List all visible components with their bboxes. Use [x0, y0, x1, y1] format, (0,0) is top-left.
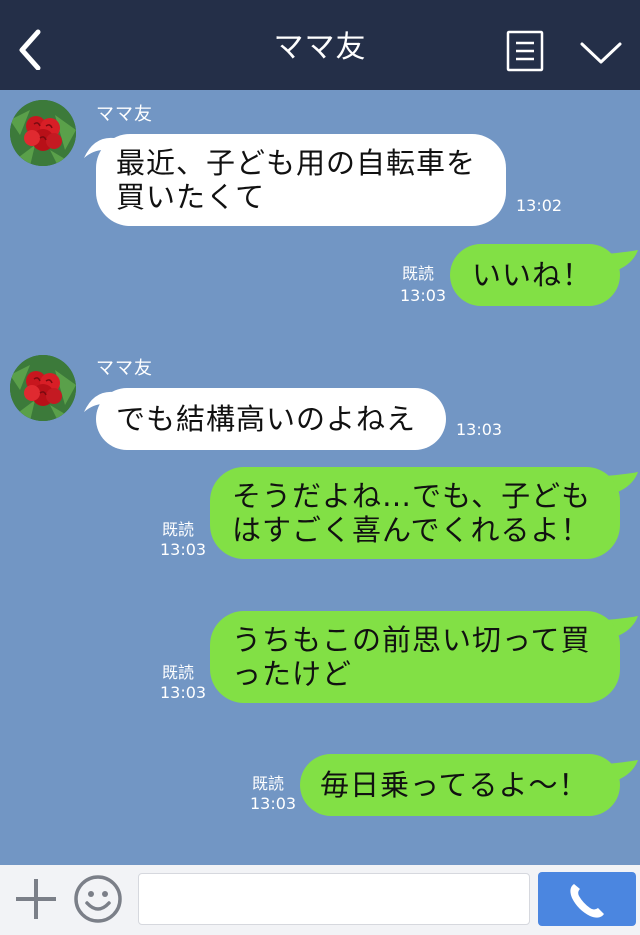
- message-text-line: はすごく喜んでくれるよ！: [232, 513, 591, 547]
- outgoing-message-bubble[interactable]: 毎日乗ってるよ〜！: [300, 754, 620, 816]
- read-receipt: 既読: [162, 520, 195, 539]
- message-time: 13:03: [456, 420, 503, 439]
- message-text-line: でも結構高いのよねえ: [116, 402, 417, 436]
- smiley-icon: [74, 875, 122, 923]
- message-time: 13:03: [160, 683, 207, 702]
- message-time: 13:03: [160, 540, 207, 559]
- message-time: 13:03: [250, 794, 297, 813]
- message-text-line: 毎日乗ってるよ〜！: [320, 768, 589, 802]
- sender-name: ママ友: [96, 358, 153, 379]
- menu-button[interactable]: [506, 30, 544, 72]
- chevron-down-icon: [580, 42, 622, 64]
- rose-avatar-image: [10, 100, 76, 166]
- chat-title: ママ友: [273, 30, 367, 65]
- message-time: 13:03: [400, 286, 447, 305]
- read-receipt: 既読: [162, 663, 195, 682]
- chat-log[interactable]: ママ友 最近、子ども用の自転車を 買いたくて 13:02 既読 13:03 いい…: [0, 90, 640, 865]
- plus-icon: [16, 879, 56, 919]
- phone-icon: [570, 884, 604, 918]
- message-text-line: そうだよね…でも、子ども: [232, 479, 592, 513]
- call-button[interactable]: [538, 872, 636, 926]
- avatar[interactable]: [10, 355, 76, 421]
- read-receipt: 既読: [252, 774, 285, 793]
- incoming-message-bubble[interactable]: でも結構高いのよねえ: [96, 388, 446, 450]
- message-time: 13:02: [516, 196, 563, 215]
- rose-avatar-image: [10, 355, 76, 421]
- message-input[interactable]: [138, 873, 530, 925]
- document-list-icon: [506, 30, 544, 72]
- add-attachment-button[interactable]: [12, 875, 60, 923]
- emoji-button[interactable]: [72, 873, 124, 925]
- collapse-button[interactable]: [578, 36, 624, 68]
- outgoing-message-bubble[interactable]: そうだよね…でも、子ども はすごく喜んでくれるよ！: [210, 467, 620, 559]
- message-text-line: うちもこの前思い切って買: [232, 623, 591, 657]
- outgoing-message-bubble[interactable]: うちもこの前思い切って買 ったけど: [210, 611, 620, 703]
- message-text-line: 最近、子ども用の自転車を: [116, 146, 477, 180]
- message-text-line: 買いたくて: [116, 180, 266, 214]
- message-text-line: ったけど: [232, 657, 353, 691]
- incoming-message-bubble[interactable]: 最近、子ども用の自転車を 買いたくて: [96, 134, 506, 226]
- sender-name: ママ友: [96, 104, 153, 125]
- chat-header: ママ友: [0, 0, 640, 90]
- outgoing-message-bubble[interactable]: いいね！: [450, 244, 620, 306]
- message-text-line: いいね！: [472, 258, 593, 292]
- avatar[interactable]: [10, 100, 76, 166]
- read-receipt: 既読: [402, 264, 435, 283]
